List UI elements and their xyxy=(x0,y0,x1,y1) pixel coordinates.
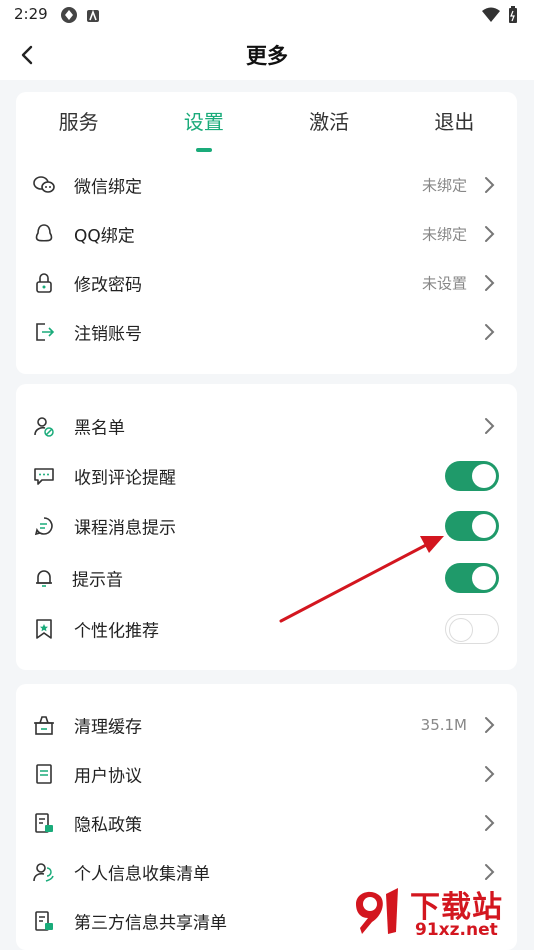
row-blacklist[interactable]: 黑名单 xyxy=(16,401,517,450)
logout-icon xyxy=(33,321,55,343)
row-label: 清理缓存 xyxy=(74,717,142,737)
row-change-password[interactable]: 修改密码 未设置 xyxy=(16,258,517,307)
row-privacy-policy[interactable]: 隐私政策 xyxy=(16,798,517,847)
blacklist-icon xyxy=(33,415,55,437)
tab-settings[interactable]: 设置 xyxy=(141,92,266,152)
watermark-domain: 91xz.net xyxy=(412,920,501,940)
chevron-right-icon xyxy=(485,323,495,340)
row-label: 修改密码 xyxy=(74,275,142,295)
row-label: 提示音 xyxy=(72,570,123,590)
bookmark-star-icon xyxy=(33,618,55,640)
wechat-icon xyxy=(33,174,55,196)
battery-icon xyxy=(508,6,518,28)
row-label: 注销账号 xyxy=(74,324,142,344)
tab-activate[interactable]: 激活 xyxy=(267,92,392,152)
bell-icon xyxy=(33,567,55,589)
qq-icon xyxy=(33,223,55,245)
course-message-toggle[interactable] xyxy=(445,510,499,541)
tab-service[interactable]: 服务 xyxy=(16,92,141,152)
document-icon xyxy=(33,763,55,785)
row-value: 未绑定 xyxy=(421,225,467,243)
chevron-right-icon xyxy=(485,417,495,434)
status-time: 2:29 xyxy=(14,5,48,23)
row-course-message: 课程消息提示 xyxy=(16,501,517,550)
sync-icon xyxy=(60,6,78,28)
row-qq-binding[interactable]: QQ绑定 未绑定 xyxy=(16,209,517,258)
comment-reminder-toggle[interactable] xyxy=(445,460,499,491)
row-label: 课程消息提示 xyxy=(74,518,176,538)
row-value: 35.1M xyxy=(420,715,467,734)
tab-active-indicator xyxy=(195,148,212,152)
tab-settings-label: 设置 xyxy=(183,110,224,134)
notification-sound-toggle[interactable] xyxy=(445,562,499,593)
cache-icon xyxy=(33,714,55,736)
toggle-knob xyxy=(472,513,496,538)
lock-icon xyxy=(33,272,55,294)
row-comment-reminder: 收到评论提醒 xyxy=(16,451,517,500)
tab-logout[interactable]: 退出 xyxy=(392,92,517,152)
privacy-icon xyxy=(33,812,55,834)
settings-card: 黑名单 收到评论提醒 课程消息提示 提示音 个性化推荐 xyxy=(16,384,517,670)
row-notification-sound: 提示音 xyxy=(16,553,517,602)
row-label: 用户协议 xyxy=(74,766,142,786)
chevron-right-icon xyxy=(485,176,495,193)
status-icons-left xyxy=(60,6,100,28)
tab-bar: 服务 设置 激活 退出 xyxy=(16,92,517,152)
row-label: 隐私政策 xyxy=(74,815,142,835)
row-label: 黑名单 xyxy=(74,418,125,438)
row-wechat-binding[interactable]: 微信绑定 未绑定 xyxy=(16,160,517,209)
watermark: 下载站 91xz.net xyxy=(350,878,528,944)
status-bar: 2:29 xyxy=(0,0,534,30)
app-header: 更多 xyxy=(0,30,534,80)
row-label: 第三方信息共享清单 xyxy=(74,913,227,933)
row-label: 收到评论提醒 xyxy=(74,468,176,488)
chevron-right-icon xyxy=(485,274,495,291)
row-label: 个性化推荐 xyxy=(74,621,159,641)
wifi-icon xyxy=(482,7,500,27)
account-card: 服务 设置 激活 退出 微信绑定 未绑定 QQ绑定 未绑定 修改密码 未设置 注… xyxy=(16,92,517,374)
chevron-right-icon xyxy=(485,814,495,831)
row-personalized-recommendation: 个性化推荐 xyxy=(16,604,517,653)
row-user-agreement[interactable]: 用户协议 xyxy=(16,749,517,798)
row-value: 未设置 xyxy=(421,274,467,292)
row-delete-account[interactable]: 注销账号 xyxy=(16,307,517,356)
tab-logout-label: 退出 xyxy=(434,110,475,134)
row-value: 未绑定 xyxy=(421,176,467,194)
chevron-right-icon xyxy=(485,765,495,782)
row-label: 个人信息收集清单 xyxy=(74,864,210,884)
row-clear-cache[interactable]: 清理缓存 35.1M xyxy=(16,700,517,749)
toggle-knob xyxy=(472,463,496,488)
share-list-icon xyxy=(33,910,55,932)
row-label: 微信绑定 xyxy=(74,177,142,197)
status-icons-right xyxy=(482,6,518,28)
comment-icon xyxy=(33,465,55,487)
message-icon xyxy=(33,515,55,537)
page-title: 更多 xyxy=(246,44,288,68)
personalized-recommendation-toggle[interactable] xyxy=(445,613,499,644)
toggle-knob xyxy=(472,565,496,590)
person-list-icon xyxy=(33,861,55,883)
tab-service-label: 服务 xyxy=(58,110,99,134)
toggle-knob xyxy=(449,617,473,642)
chevron-right-icon xyxy=(485,225,495,242)
chevron-right-icon xyxy=(485,716,495,733)
tab-activate-label: 激活 xyxy=(309,110,350,134)
watermark-logo-icon xyxy=(356,888,398,934)
row-label: QQ绑定 xyxy=(74,226,135,246)
app-notification-icon xyxy=(86,8,100,27)
